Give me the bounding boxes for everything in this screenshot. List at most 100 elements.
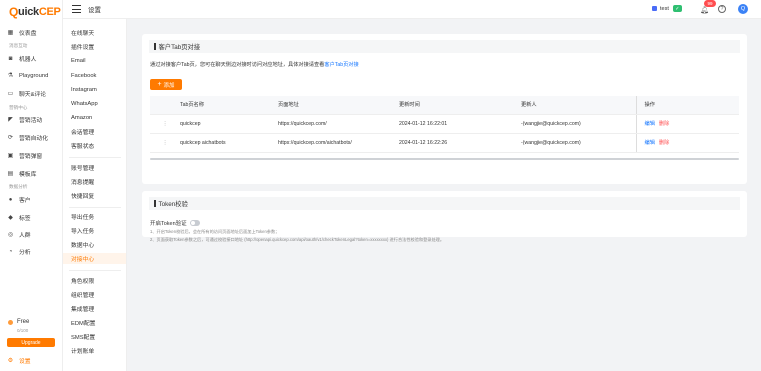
card-title: Token校验 <box>149 197 740 210</box>
table-header-cell: 更新时间 <box>399 96 521 115</box>
user-icon: ● <box>8 196 13 203</box>
app-window: Quick CEP ▦ 仪表盘 消息互动 ◙ 机器人 ⚗ Playground ▭ 聊天&… <box>0 0 761 371</box>
notification-badge: 99 <box>704 0 716 7</box>
submenu-item[interactable]: 会话管理 <box>63 126 126 137</box>
updated-by-cell: -(wangjie@quickcep.com) <box>521 133 636 153</box>
delete-link[interactable]: 删除 <box>659 121 669 127</box>
tab-table: Tab页名称 页面地址 更新时间 更新人 操作 ⋮ quickcep https… <box>150 96 739 153</box>
submenu-item[interactable]: 快捷回复 <box>63 190 126 201</box>
card-description: 通过对接客户Tab页，您可在聊天侧边对接时访问对应地址，具体对接请查看客户Tab… <box>150 62 359 68</box>
submenu-item[interactable]: Facebook <box>63 70 126 81</box>
menu-toggle-icon[interactable] <box>72 5 81 13</box>
sidebar-group-label: 营销中心 <box>9 105 28 110</box>
token-toggle-row: 开启Token验证 <box>150 219 200 227</box>
automation-icon: ⟳ <box>7 135 14 141</box>
tab-url-cell: https://quickcep.com/ <box>278 114 399 134</box>
sidebar-item-automation[interactable]: ⟳ 营销自动化 <box>7 132 59 143</box>
tab-integration-card: 客户Tab页对接 通过对接客户Tab页，您可在聊天侧边对接时访问对应地址，具体对… <box>142 34 747 184</box>
submenu-item[interactable]: WhatsApp <box>63 98 126 109</box>
add-button[interactable]: + 添加 <box>150 79 182 90</box>
table-header-cell: Tab页名称 <box>180 96 278 115</box>
submenu-item[interactable]: 数据中心 <box>63 239 126 250</box>
submenu-item[interactable]: 导出任务 <box>63 211 126 222</box>
sidebar-group-label: 数据分析 <box>9 184 28 189</box>
table-header-cell: 页面地址 <box>278 96 399 115</box>
submenu-item[interactable]: 在线聊天 <box>63 27 126 38</box>
updated-time-cell: 2024-01-12 16:22:01 <box>399 114 521 134</box>
dashboard-icon: ▦ <box>7 30 14 36</box>
robot-icon: ◙ <box>8 55 13 62</box>
table-scrollbar[interactable] <box>150 158 739 160</box>
sidebar-item-activity[interactable]: ◤ 营销活动 <box>7 114 59 125</box>
submenu-item[interactable]: EDM配置 <box>63 317 126 328</box>
submenu-item[interactable]: Email <box>63 55 126 66</box>
tab-url-cell: https://quickcep.com/aichatbots/ <box>278 133 399 153</box>
logo: Quick CEP <box>9 5 61 19</box>
edit-link[interactable]: 编辑 <box>645 121 655 127</box>
analytics-icon: ◔ <box>8 248 13 255</box>
submenu-item[interactable]: 导入任务 <box>63 225 126 236</box>
sidebar-item-templates[interactable]: ▤ 模板库 <box>7 168 59 179</box>
submenu-item[interactable]: 消息提醒 <box>63 176 126 187</box>
template-icon: ▤ <box>7 171 14 177</box>
card-title: 客户Tab页对接 <box>149 40 740 53</box>
actions-cell: 编辑 删除 <box>635 133 739 153</box>
sidebar-item-popup[interactable]: ▣ 营销弹窗 <box>7 150 59 161</box>
table-header-cell <box>150 96 180 115</box>
drag-handle-icon[interactable]: ⋮ <box>150 114 180 134</box>
sidebar-item-chat[interactable]: ▭ 聊天&评论 <box>7 88 59 99</box>
sidebar-item-playground[interactable]: ⚗ Playground <box>7 70 59 81</box>
edit-link[interactable]: 编辑 <box>645 140 655 146</box>
submenu-item[interactable]: 客服状态 <box>63 140 126 151</box>
sidebar-group-label: 消息互动 <box>9 43 28 48</box>
submenu-item[interactable]: Amazon <box>63 112 126 123</box>
workspace-switcher[interactable]: test ✓ <box>652 5 682 12</box>
token-note: 1、开启Token校验后，会在所有的访问页面地址后面加上Token参数； <box>150 229 280 234</box>
page-title: 设置 <box>88 7 101 14</box>
sidebar-item-robot[interactable]: ◙ 机器人 <box>7 53 59 64</box>
sidebar-item-segments[interactable]: ◎ 人群 <box>7 229 59 240</box>
plus-icon: + <box>157 81 162 88</box>
sidebar-item-analysis[interactable]: ◔ 分析 <box>7 246 59 257</box>
table-header-cell: 更新人 <box>521 96 636 115</box>
drag-handle-icon[interactable]: ⋮ <box>150 133 180 153</box>
submenu-divider <box>69 207 121 208</box>
sidebar-item-dashboard[interactable]: ▦ 仪表盘 <box>7 27 59 38</box>
chat-icon: ▭ <box>7 91 14 97</box>
submenu-item[interactable]: 插件设置 <box>63 41 126 52</box>
delete-link[interactable]: 删除 <box>659 140 669 146</box>
submenu-item[interactable]: 账号管理 <box>63 162 126 173</box>
table-header-cell: 操作 <box>635 96 739 115</box>
submenu-item[interactable]: 集成管理 <box>63 303 126 314</box>
actions-cell: 编辑 删除 <box>635 114 739 134</box>
submenu-item-integration-center[interactable]: 对接中心 <box>63 253 126 264</box>
help-icon[interactable]: ? <box>718 5 726 13</box>
plan-dot-icon <box>8 319 13 325</box>
updated-by-cell: -(wangjie@quickcep.com) <box>521 114 636 134</box>
submenu-divider <box>69 157 121 158</box>
megaphone-icon: ◤ <box>8 117 13 123</box>
submenu-item[interactable]: Instagram <box>63 84 126 95</box>
token-note: 2、页面获取Token参数之后，可通过校验接口地址 (http://openap… <box>150 237 445 242</box>
sidebar-item-customers[interactable]: ● 客户 <box>7 194 59 205</box>
tab-name-cell: quickcep aichatbots <box>180 133 278 153</box>
gear-icon: ⚙ <box>7 358 14 364</box>
top-header: 设置 test ✓ 🔔︎ 99 ? Q <box>63 0 761 19</box>
sidebar-item-settings[interactable]: ⚙ 设置 <box>7 355 59 366</box>
docs-link[interactable]: 客户Tab页对接 <box>324 62 358 68</box>
upgrade-button[interactable]: Upgrade <box>7 338 55 347</box>
table-header-row: Tab页名称 页面地址 更新时间 更新人 操作 <box>150 96 739 115</box>
submenu-item[interactable]: SMS配置 <box>63 331 126 342</box>
settings-submenu: 在线聊天 插件设置 Email Facebook Instagram Whats… <box>63 19 127 371</box>
flask-icon: ⚗ <box>7 73 14 79</box>
submenu-item[interactable]: 角色权限 <box>63 275 126 286</box>
submenu-item[interactable]: 计划账单 <box>63 345 126 356</box>
sidebar-item-tags[interactable]: ◆ 标签 <box>7 212 59 223</box>
tag-icon: ◆ <box>8 215 13 221</box>
popup-icon: ▣ <box>7 153 14 159</box>
submenu-item[interactable]: 组织管理 <box>63 289 126 300</box>
plan-name: Free <box>8 319 29 325</box>
table-row: ⋮ quickcep aichatbots https://quickcep.c… <box>150 133 739 153</box>
avatar[interactable]: Q <box>738 4 748 14</box>
token-toggle[interactable] <box>189 220 200 226</box>
